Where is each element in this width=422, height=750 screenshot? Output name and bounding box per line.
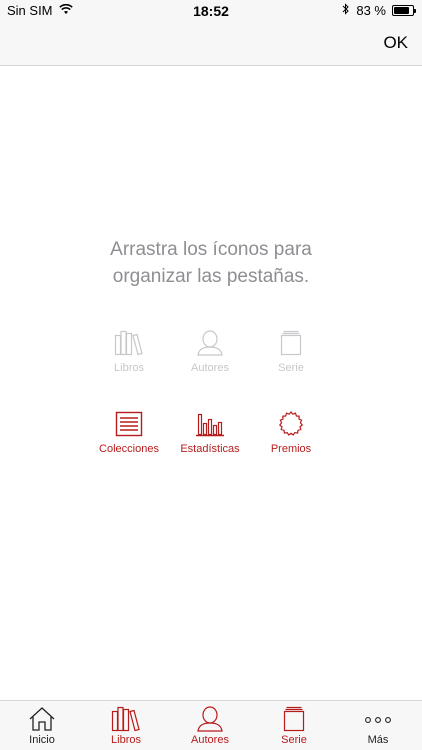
available-item-label: Estadísticas xyxy=(180,443,240,455)
home-icon xyxy=(29,707,55,731)
placed-item-serie[interactable]: Serie xyxy=(246,330,336,374)
more-icon xyxy=(365,717,391,723)
placed-item-label: Serie xyxy=(278,362,304,374)
tab-libros[interactable]: Libros xyxy=(84,706,168,746)
available-item-colecciones[interactable]: Colecciones xyxy=(84,411,174,455)
person-icon xyxy=(197,706,223,732)
placed-item-label: Libros xyxy=(114,362,144,374)
books-icon xyxy=(111,706,140,732)
navigation-bar: OK xyxy=(0,22,422,66)
tab-label: Serie xyxy=(281,734,307,746)
bluetooth-icon xyxy=(342,3,350,18)
instruction-line-1: Arrastra los íconos para xyxy=(110,239,312,260)
award-seal-icon xyxy=(278,411,304,436)
available-icons-row: Colecciones Estadísticas Premios xyxy=(0,411,422,461)
list-icon xyxy=(115,411,143,437)
placed-item-label: Autores xyxy=(191,362,229,374)
tab-label: Inicio xyxy=(29,734,55,746)
person-icon xyxy=(197,330,223,356)
bar-chart-icon xyxy=(196,413,224,437)
series-icon xyxy=(280,330,302,356)
placed-icons-row: Libros Autores Serie xyxy=(0,330,422,380)
books-icon xyxy=(114,330,143,356)
tab-mas[interactable]: Más xyxy=(336,706,420,746)
available-item-label: Premios xyxy=(270,443,312,455)
instruction-line-2: organizar las pestañas. xyxy=(112,266,310,287)
tab-autores[interactable]: Autores xyxy=(168,706,252,746)
battery-percent: 83 % xyxy=(356,3,386,18)
status-bar: Sin SIM 18:52 83 % xyxy=(0,0,422,22)
battery-level xyxy=(394,7,409,14)
status-right: 83 % xyxy=(342,3,416,18)
placed-item-autores[interactable]: Autores xyxy=(165,330,255,374)
ok-button[interactable]: OK xyxy=(383,33,408,53)
tab-inicio[interactable]: Inicio xyxy=(0,706,84,746)
available-item-label: Colecciones xyxy=(99,443,159,455)
tab-label: Más xyxy=(367,734,389,746)
tab-label: Libros xyxy=(111,734,141,746)
tab-serie[interactable]: Serie xyxy=(252,706,336,746)
tab-label: Autores xyxy=(191,734,229,746)
placed-item-libros[interactable]: Libros xyxy=(84,330,174,374)
available-item-estadisticas[interactable]: Estadísticas xyxy=(165,411,255,455)
tab-bar: Inicio Libros Autores Serie Más xyxy=(0,700,422,750)
battery-icon xyxy=(392,5,416,16)
instruction-text: Arrastra los íconos para organizar las p… xyxy=(0,236,422,290)
available-item-premios[interactable]: Premios xyxy=(246,411,336,455)
series-icon xyxy=(283,706,305,732)
